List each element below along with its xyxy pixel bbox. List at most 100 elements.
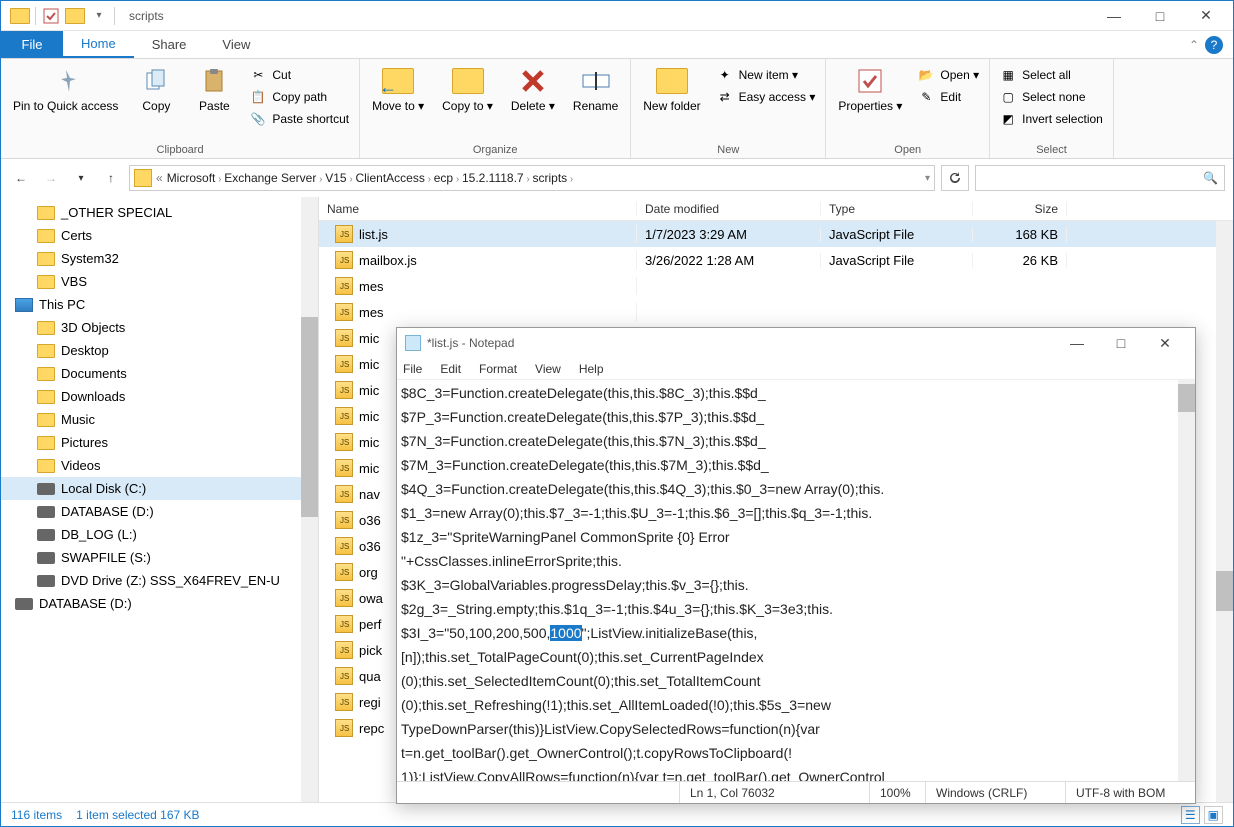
copy-label: Copy	[142, 99, 170, 113]
refresh-button[interactable]	[941, 165, 969, 191]
delete-button[interactable]: Delete ▾	[505, 61, 561, 113]
file-row[interactable]: JSlist.js1/7/2023 3:29 AMJavaScript File…	[319, 221, 1233, 247]
copy-button[interactable]: Copy	[130, 61, 182, 113]
breadcrumb[interactable]: « Microsoft › Exchange Server › V15 › Cl…	[129, 165, 935, 191]
minimize-button[interactable]: —	[1091, 2, 1137, 30]
close-button[interactable]: ✕	[1143, 329, 1187, 357]
tree-node-label: System32	[61, 251, 119, 266]
tab-home[interactable]: Home	[63, 31, 134, 58]
tree-node-downloads[interactable]: Downloads	[1, 385, 318, 408]
notepad-textarea[interactable]: $8C_3=Function.createDelegate(this,this.…	[397, 380, 1195, 781]
scrollbar-thumb[interactable]	[1178, 384, 1195, 412]
rename-icon	[580, 65, 612, 97]
move-to-button[interactable]: ← Move to ▾	[366, 61, 430, 113]
file-row[interactable]: JSmailbox.js3/26/2022 1:28 AMJavaScript …	[319, 247, 1233, 273]
copy-to-button[interactable]: Copy to ▾	[436, 61, 499, 113]
scrollbar-vertical[interactable]	[301, 197, 318, 802]
file-row[interactable]: JSmes	[319, 273, 1233, 299]
select-none-button[interactable]: ▢Select none	[996, 87, 1107, 107]
breadcrumb-item[interactable]: V15	[325, 171, 346, 185]
help-icon[interactable]: ?	[1205, 36, 1223, 54]
chevron-down-icon[interactable]: ▾	[925, 173, 930, 184]
view-details-icon[interactable]: ☰	[1181, 806, 1200, 824]
menu-file[interactable]: File	[403, 362, 422, 376]
tree-node-documents[interactable]: Documents	[1, 362, 318, 385]
new-folder-icon[interactable]	[64, 5, 86, 27]
file-row[interactable]: JSmes	[319, 299, 1233, 325]
tree-node-this-pc[interactable]: This PC	[1, 293, 318, 316]
menu-format[interactable]: Format	[479, 362, 517, 376]
tree-node-database-d-[interactable]: DATABASE (D:)	[1, 500, 318, 523]
tree-node-desktop[interactable]: Desktop	[1, 339, 318, 362]
scrollbar-vertical[interactable]	[1216, 221, 1233, 802]
paste-shortcut-button[interactable]: 📎Paste shortcut	[246, 109, 353, 129]
tree-node-vbs[interactable]: VBS	[1, 270, 318, 293]
tree-node-dvd-drive-z-sss-x64frev-en-u[interactable]: DVD Drive (Z:) SSS_X64FREV_EN-U	[1, 569, 318, 592]
file-name: mes	[359, 305, 384, 320]
col-header-name[interactable]: Name	[319, 202, 637, 216]
scrollbar-vertical[interactable]	[1178, 380, 1195, 781]
breadcrumb-item[interactable]: ClientAccess	[355, 171, 424, 185]
tree-node-pictures[interactable]: Pictures	[1, 431, 318, 454]
open-button[interactable]: 📂Open ▾	[914, 65, 983, 85]
edit-button[interactable]: ✎Edit	[914, 87, 983, 107]
qat-dropdown-icon[interactable]: ▾	[88, 5, 110, 27]
forward-button[interactable]: →	[39, 166, 63, 190]
pin-to-quick-access-button[interactable]: Pin to Quick access	[7, 61, 124, 113]
paste-button[interactable]: Paste	[188, 61, 240, 113]
copy-path-button[interactable]: 📋Copy path	[246, 87, 353, 107]
close-button[interactable]: ✕	[1183, 2, 1229, 30]
breadcrumb-item[interactable]: ecp	[434, 171, 453, 185]
nav-tree[interactable]: _OTHER SPECIALCerts System32 VBSThis PC3D …	[1, 197, 319, 802]
menu-help[interactable]: Help	[579, 362, 604, 376]
menu-view[interactable]: View	[535, 362, 561, 376]
properties-icon[interactable]	[40, 5, 62, 27]
breadcrumb-item[interactable]: 15.2.1118.7	[462, 171, 524, 185]
tree-node-3d-objects[interactable]: 3D Objects	[1, 316, 318, 339]
up-button[interactable]: ↑	[99, 166, 123, 190]
breadcrumb-overflow[interactable]: «	[156, 171, 163, 185]
cut-button[interactable]: ✂Cut	[246, 65, 353, 85]
maximize-button[interactable]: □	[1137, 2, 1183, 30]
col-header-date[interactable]: Date modified	[637, 202, 821, 216]
easy-access-button[interactable]: ⇄Easy access ▾	[713, 87, 820, 107]
tree-node-system32[interactable]: System32	[1, 247, 318, 270]
back-button[interactable]: ←	[9, 166, 33, 190]
group-label-open: Open	[832, 142, 983, 158]
view-large-icons-icon[interactable]: ▣	[1204, 806, 1223, 824]
ribbon-collapse[interactable]: ⌃ ?	[1179, 31, 1233, 58]
tree-node-local-disk-c-[interactable]: Local Disk (C:)	[1, 477, 318, 500]
tab-file[interactable]: File	[1, 31, 63, 58]
tree-node-certs[interactable]: Certs	[1, 224, 318, 247]
maximize-button[interactable]: □	[1099, 329, 1143, 357]
recent-locations-button[interactable]: ▾	[69, 166, 93, 190]
file-list-header[interactable]: Name Date modified Type Size	[319, 197, 1233, 221]
tree-node-videos[interactable]: Videos	[1, 454, 318, 477]
col-header-size[interactable]: Size	[973, 202, 1067, 216]
tab-view[interactable]: View	[204, 31, 268, 58]
tab-share[interactable]: Share	[134, 31, 205, 58]
col-header-type[interactable]: Type	[821, 202, 973, 216]
new-folder-button[interactable]: New folder	[637, 61, 706, 113]
new-item-button[interactable]: ✦New item ▾	[713, 65, 820, 85]
rename-button[interactable]: Rename	[567, 61, 624, 113]
properties-button[interactable]: Properties ▾	[832, 61, 908, 113]
notepad-titlebar[interactable]: *list.js - Notepad — □ ✕	[397, 328, 1195, 358]
scrollbar-thumb[interactable]	[301, 317, 318, 517]
search-input[interactable]: 🔍	[975, 165, 1225, 191]
scrollbar-thumb[interactable]	[1216, 571, 1233, 611]
breadcrumb-item[interactable]: scripts	[532, 171, 567, 185]
tree-node-music[interactable]: Music	[1, 408, 318, 431]
tree-node-swapfile-s-[interactable]: SWAPFILE (S:)	[1, 546, 318, 569]
minimize-button[interactable]: —	[1055, 329, 1099, 357]
menu-edit[interactable]: Edit	[440, 362, 461, 376]
invert-selection-button[interactable]: ◩Invert selection	[996, 109, 1107, 129]
select-all-button[interactable]: ▦Select all	[996, 65, 1107, 85]
tree-node-database-d-[interactable]: DATABASE (D:)	[1, 592, 318, 615]
drive-icon	[37, 506, 55, 518]
tree-node-db-log-l-[interactable]: DB_LOG (L:)	[1, 523, 318, 546]
drive-icon	[37, 552, 55, 564]
tree-node--other-special[interactable]: _OTHER SPECIAL	[1, 201, 318, 224]
breadcrumb-item[interactable]: Microsoft	[167, 171, 216, 185]
breadcrumb-item[interactable]: Exchange Server	[224, 171, 316, 185]
